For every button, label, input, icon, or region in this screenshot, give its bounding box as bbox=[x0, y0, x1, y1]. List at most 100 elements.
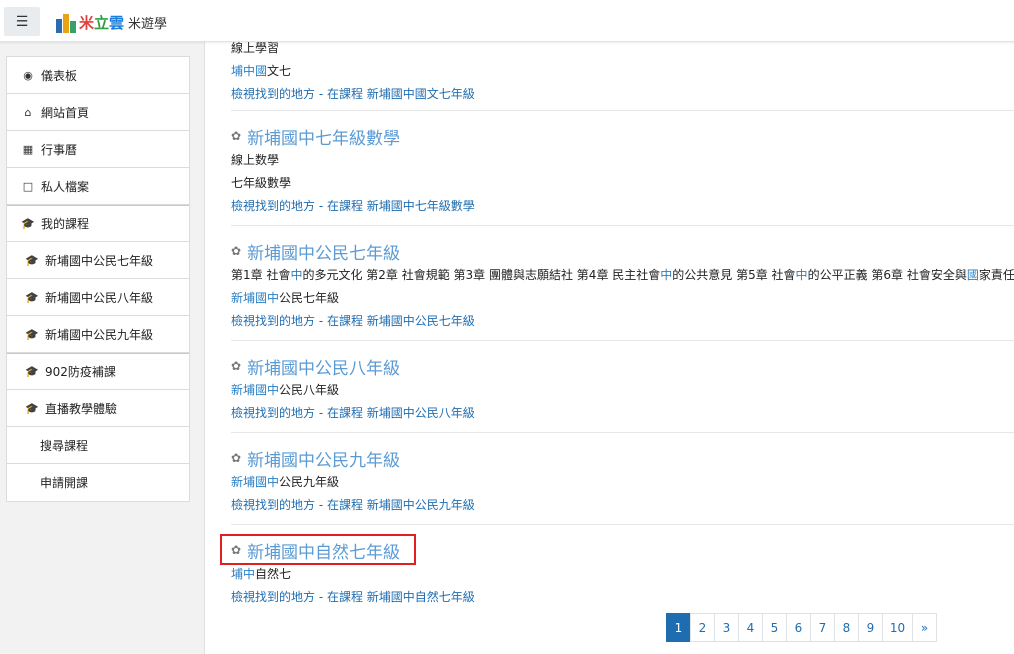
page-link-3[interactable]: 3 bbox=[714, 613, 739, 642]
file-icon: □ bbox=[22, 179, 34, 193]
graduation-cap-icon: 🎓 bbox=[25, 253, 39, 267]
found-location-link[interactable]: 檢視找到的地方 - 在課程 新埔國中國文七年級 bbox=[231, 83, 1014, 106]
found-location-link[interactable]: 檢視找到的地方 - 在課程 新埔國中公民八年級 bbox=[231, 402, 1014, 425]
course-title-link[interactable]: ✿ 新埔國中七年級數學 bbox=[231, 123, 1014, 149]
course-summary-line: 七年級數學 bbox=[231, 176, 292, 190]
nav-item-course-civics-7[interactable]: 🎓 新埔國中公民七年級 bbox=[7, 242, 189, 279]
drawer-toggle-button[interactable]: ☰ bbox=[4, 7, 40, 36]
course-title-link[interactable]: ✿ 新埔國中公民七年級 bbox=[231, 238, 1014, 264]
graduation-cap-icon: 🎓 bbox=[25, 327, 39, 341]
nav-item-course-civics-9[interactable]: 🎓 新埔國中公民九年級 bbox=[7, 316, 189, 353]
summary-text: 公民八年級 bbox=[279, 383, 340, 397]
course-icon: ✿ bbox=[231, 451, 242, 465]
logo-subtitle: 米遊學 bbox=[128, 16, 168, 32]
course-title-text: 新埔國中公民七年級 bbox=[247, 243, 401, 264]
nav-item-request-course[interactable]: 申請開課 bbox=[7, 464, 189, 501]
course-result: 線上學習 埔中國文七 檢視找到的地方 - 在課程 新埔國中國文七年級 bbox=[231, 37, 1014, 111]
course-result: ✿ 新埔國中公民七年級 第1章 社會中的多元文化 第2章 社會規範 第3章 團體… bbox=[231, 226, 1014, 341]
nav-item-label: 新埔國中公民八年級 bbox=[45, 290, 154, 305]
course-result: ✿ 新埔國中公民九年級 新埔國中公民九年級 檢視找到的地方 - 在課程 新埔國中… bbox=[231, 433, 1014, 525]
summary-text: 文七 bbox=[267, 64, 292, 78]
pagination: 1 2 3 4 5 6 7 8 9 10 » bbox=[666, 613, 937, 642]
logo-icon bbox=[56, 11, 76, 33]
nav-item-label: 儀表板 bbox=[41, 68, 78, 83]
page-link-6[interactable]: 6 bbox=[786, 613, 811, 642]
nav-item-label: 直播教學體驗 bbox=[45, 401, 118, 416]
page-link-5[interactable]: 5 bbox=[762, 613, 787, 642]
course-result: ✿ 新埔國中公民八年級 新埔國中公民八年級 檢視找到的地方 - 在課程 新埔國中… bbox=[231, 341, 1014, 433]
course-icon: ✿ bbox=[231, 129, 242, 143]
graduation-cap-icon: 🎓 bbox=[21, 217, 35, 230]
nav-item-course-live[interactable]: 🎓 直播教學體驗 bbox=[7, 390, 189, 427]
found-location-link[interactable]: 檢視找到的地方 - 在課程 新埔國中七年級數學 bbox=[231, 195, 1014, 218]
page-link-10[interactable]: 10 bbox=[882, 613, 913, 642]
page-link-8[interactable]: 8 bbox=[834, 613, 859, 642]
nav-item-label: 行事曆 bbox=[41, 142, 78, 157]
page-link-9[interactable]: 9 bbox=[858, 613, 883, 642]
summary-text: 第1章 社會 bbox=[231, 268, 291, 282]
logo-text-3: 雲 bbox=[109, 13, 125, 32]
summary-text: 自然七 bbox=[255, 567, 292, 581]
site-logo[interactable]: 米 立 雲 米遊學 bbox=[56, 10, 167, 34]
summary-text: 的公平正義 第6章 社會安全與 bbox=[807, 268, 967, 282]
found-location-link[interactable]: 檢視找到的地方 - 在課程 新埔國中公民七年級 bbox=[231, 310, 1014, 333]
course-summary-line: 埔中自然七 bbox=[231, 563, 1014, 586]
page-next-button[interactable]: » bbox=[912, 613, 937, 642]
search-match: 中 bbox=[290, 268, 303, 282]
course-summary-line: 新埔國中公民七年級 bbox=[231, 287, 1014, 310]
course-title-link[interactable]: ✿ 新埔國中公民九年級 bbox=[231, 445, 1014, 471]
nav-item-course-civics-8[interactable]: 🎓 新埔國中公民八年級 bbox=[7, 279, 189, 316]
search-match: 新埔國中 bbox=[231, 383, 280, 397]
page-link-2[interactable]: 2 bbox=[690, 613, 715, 642]
page-link-4[interactable]: 4 bbox=[738, 613, 763, 642]
course-title-text: 新埔國中七年級數學 bbox=[247, 128, 401, 149]
nav-item-label: 902防疫補課 bbox=[45, 365, 116, 379]
nav-item-label: 搜尋課程 bbox=[40, 438, 89, 453]
course-title-text: 新埔國中公民八年級 bbox=[247, 358, 401, 379]
logo-text-1: 米 bbox=[79, 13, 95, 32]
course-icon: ✿ bbox=[231, 359, 242, 373]
nav-item-course-902[interactable]: 🎓 902防疫補課 bbox=[7, 353, 189, 390]
page-link-7[interactable]: 7 bbox=[810, 613, 835, 642]
course-summary-line: 新埔國中公民九年級 bbox=[231, 471, 1014, 494]
hamburger-icon: ☰ bbox=[15, 13, 29, 30]
page-link-1[interactable]: 1 bbox=[666, 613, 691, 642]
search-match: 國 bbox=[966, 268, 979, 282]
nav-item-private-files[interactable]: □ 私人檔案 bbox=[7, 168, 189, 205]
search-match: 埔中國 bbox=[231, 64, 268, 78]
search-results: 線上學習 埔中國文七 檢視找到的地方 - 在課程 新埔國中國文七年級 ✿ 新埔國… bbox=[218, 41, 1014, 654]
nav-item-calendar[interactable]: ▦ 行事曆 bbox=[7, 131, 189, 168]
nav-item-my-courses[interactable]: 🎓 我的課程 bbox=[7, 205, 189, 242]
logo-text-2: 立 bbox=[94, 13, 110, 32]
summary-text: 的公共意見 第5章 社會 bbox=[672, 268, 796, 282]
nav-item-label: 申請開課 bbox=[40, 476, 89, 490]
highlight-box bbox=[220, 534, 416, 565]
course-result: ✿ 新埔國中七年級數學 線上数學 七年級數學 檢視找到的地方 - 在課程 新埔國… bbox=[231, 111, 1014, 226]
course-title-link[interactable]: ✿ 新埔國中自然七年級 bbox=[220, 534, 1014, 565]
course-title-link[interactable]: ✿ 新埔國中公民八年級 bbox=[231, 353, 1014, 379]
course-icon: ✿ bbox=[231, 244, 242, 258]
home-icon: ⌂ bbox=[24, 105, 32, 119]
search-match: 埔中 bbox=[231, 567, 256, 581]
summary-text: 的多元文化 第2章 社會規範 第3章 團體與志願結社 第4章 民主社會 bbox=[302, 268, 661, 282]
nav-item-label: 新埔國中公民九年級 bbox=[45, 327, 154, 342]
nav-item-label: 新埔國中公民七年級 bbox=[45, 253, 154, 268]
search-match: 新埔國中 bbox=[231, 291, 280, 305]
summary-text: 公民七年級 bbox=[279, 291, 340, 305]
summary-text: 家責任 bbox=[978, 268, 1014, 282]
nav-item-dashboard[interactable]: ◉ 儀表板 bbox=[7, 57, 189, 94]
nav-item-search-courses[interactable]: 搜尋課程 bbox=[7, 427, 189, 464]
nav-item-label: 我的課程 bbox=[41, 217, 90, 231]
found-location-link[interactable]: 檢視找到的地方 - 在課程 新埔國中公民九年級 bbox=[231, 494, 1014, 517]
calendar-icon: ▦ bbox=[22, 142, 34, 156]
nav-item-site-home[interactable]: ⌂ 網站首頁 bbox=[7, 94, 189, 131]
top-navbar: ☰ 米 立 雲 米遊學 bbox=[0, 0, 1014, 42]
dashboard-icon: ◉ bbox=[23, 68, 33, 82]
search-match: 中 bbox=[795, 268, 808, 282]
found-location-link[interactable]: 檢視找到的地方 - 在課程 新埔國中自然七年級 bbox=[231, 586, 1014, 609]
course-title-text: 新埔國中公民九年級 bbox=[247, 450, 401, 471]
graduation-cap-icon: 🎓 bbox=[25, 365, 39, 378]
course-result: ✿ 新埔國中自然七年級 埔中自然七 檢視找到的地方 - 在課程 新埔國中自然七年… bbox=[220, 525, 1014, 617]
search-match: 中 bbox=[660, 268, 673, 282]
nav-item-label: 網站首頁 bbox=[41, 105, 90, 120]
